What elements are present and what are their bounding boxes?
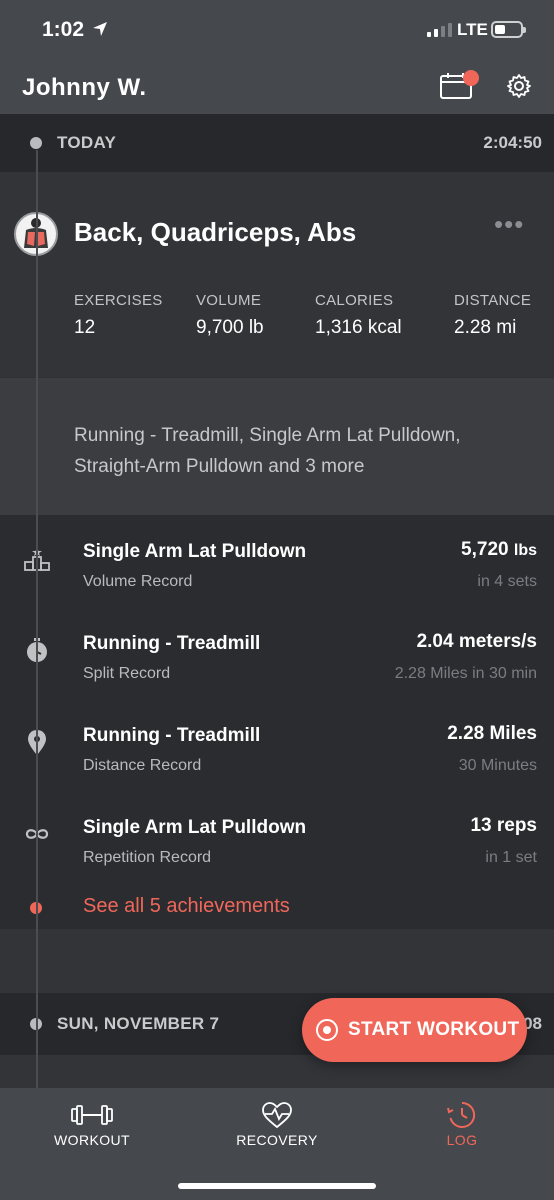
log-clock-icon: [447, 1101, 476, 1128]
achievement-detail: 30 Minutes: [458, 757, 537, 774]
network-type: LTE: [457, 20, 488, 39]
achievement-value: 2.28 Miles: [447, 723, 537, 744]
achievement-detail: in 1 set: [485, 849, 537, 866]
see-all-achievements-link[interactable]: See all 5 achievements: [83, 895, 290, 918]
tab-log-label: LOG: [446, 1132, 478, 1148]
start-workout-button[interactable]: START WORKOUT: [302, 998, 527, 1062]
home-indicator[interactable]: [178, 1183, 376, 1189]
signal-icon: [427, 23, 452, 37]
achievement-detail: in 4 sets: [477, 573, 537, 590]
achievement-title: Single Arm Lat Pulldown: [83, 541, 307, 562]
status-time: 1:02: [42, 18, 85, 41]
status-bar: 1:02 LTE: [0, 0, 554, 62]
heart-pulse-icon: [262, 1102, 292, 1129]
today-section-header: TODAY 2:04:50: [0, 114, 554, 172]
user-name: Johnny W.: [22, 74, 147, 101]
exercise-summary-card[interactable]: Running - Treadmill, Single Arm Lat Pull…: [0, 378, 554, 515]
section-spacer: [0, 929, 554, 993]
achievement-row[interactable]: Running - Treadmill Split Record 2.04 me…: [0, 627, 554, 707]
record-icon: [316, 1019, 338, 1041]
workout-card[interactable]: Back, Quadriceps, Abs ••• EXERCISES 12 V…: [0, 172, 554, 377]
start-workout-label: START WORKOUT: [348, 1019, 520, 1040]
achievement-unit: lbs: [513, 542, 537, 559]
achievement-title: Running - Treadmill: [83, 633, 261, 654]
achievement-subtitle: Split Record: [83, 665, 171, 682]
stat-volume: VOLUME 9,700 lb: [196, 292, 264, 338]
gear-icon[interactable]: [505, 72, 533, 100]
achievement-detail: 2.28 Miles in 30 min: [394, 665, 537, 682]
exercise-summary: Running - Treadmill, Single Arm Lat Pull…: [74, 425, 461, 477]
achievement-subtitle: Volume Record: [83, 573, 193, 590]
previous-day-label: SUN, NOVEMBER 7: [57, 1014, 220, 1033]
tab-recovery[interactable]: RECOVERY: [185, 1088, 369, 1168]
app-header: Johnny W.: [0, 62, 554, 114]
achievement-row[interactable]: Single Arm Lat Pulldown Volume Record 5,…: [0, 535, 554, 615]
battery-icon: [491, 21, 526, 38]
stat-exercises: EXERCISES 12: [74, 292, 163, 338]
workout-title: Back, Quadriceps, Abs: [74, 217, 357, 247]
dumbbell-icon: [71, 1105, 113, 1125]
achievement-value: 5,720 lbs: [461, 539, 537, 560]
today-label: TODAY: [57, 133, 117, 152]
tab-workout[interactable]: WORKOUT: [0, 1088, 184, 1168]
tab-workout-label: WORKOUT: [54, 1132, 130, 1148]
achievements-list: Single Arm Lat Pulldown Volume Record 5,…: [0, 515, 554, 929]
achievement-title: Single Arm Lat Pulldown: [83, 817, 307, 838]
location-arrow-icon: [93, 22, 107, 36]
notification-dot: [463, 70, 479, 86]
more-options-icon[interactable]: •••: [494, 209, 524, 240]
today-duration: 2:04:50: [483, 133, 542, 152]
achievement-row[interactable]: Running - Treadmill Distance Record 2.28…: [0, 719, 554, 799]
stat-distance: DISTANCE 2.28 mi: [454, 292, 532, 338]
achievement-subtitle: Repetition Record: [83, 849, 212, 866]
achievement-subtitle: Distance Record: [83, 757, 202, 774]
achievement-row[interactable]: Single Arm Lat Pulldown Repetition Recor…: [0, 811, 554, 891]
achievement-value: 13 reps: [470, 815, 537, 836]
timeline-line: [36, 150, 38, 1090]
tab-recovery-label: RECOVERY: [236, 1132, 318, 1148]
achievement-value: 2.04 meters/s: [416, 631, 537, 652]
achievement-title: Running - Treadmill: [83, 725, 261, 746]
timeline-dot: [30, 137, 42, 149]
stat-calories: CALORIES 1,316 kcal: [315, 292, 402, 338]
tab-log[interactable]: LOG: [370, 1088, 554, 1168]
